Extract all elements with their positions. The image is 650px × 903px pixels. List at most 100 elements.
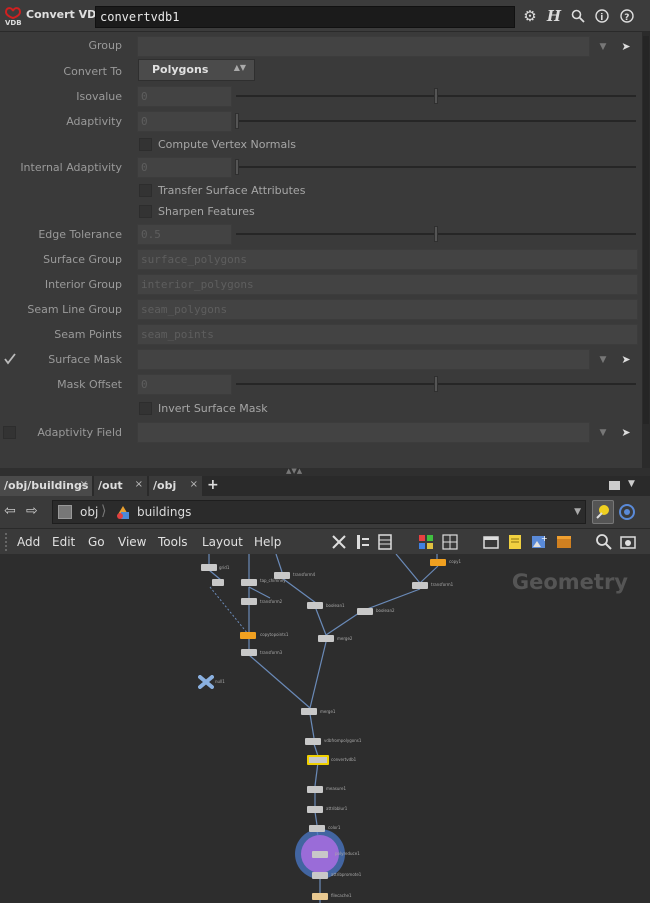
isovalue-input[interactable]: 0 bbox=[137, 86, 232, 107]
close-icon[interactable]: × bbox=[190, 479, 198, 490]
network-view-target-icon[interactable] bbox=[618, 503, 636, 521]
tab-out[interactable]: /out × bbox=[94, 476, 147, 496]
edge-tolerance-input[interactable]: 0.5 bbox=[137, 224, 232, 245]
adaptivity-field-enable-checkbox[interactable] bbox=[3, 426, 16, 439]
menu-go[interactable]: Go bbox=[88, 535, 105, 549]
surface-group-input[interactable]: surface_polygons bbox=[137, 249, 638, 270]
tab-obj[interactable]: /obj × bbox=[149, 476, 202, 496]
menu-add[interactable]: Add bbox=[17, 535, 40, 549]
network-node[interactable] bbox=[274, 572, 290, 579]
network-node[interactable] bbox=[357, 608, 373, 615]
sharpen-features-checkbox[interactable] bbox=[139, 205, 152, 218]
add-image-icon[interactable]: + bbox=[530, 533, 548, 551]
menu-layout[interactable]: Layout bbox=[202, 535, 243, 549]
close-icon[interactable]: × bbox=[80, 479, 88, 490]
search-icon[interactable] bbox=[595, 533, 613, 551]
tab-obj-buildings[interactable]: /obj/buildings × bbox=[0, 476, 92, 496]
parameter-scrollbar[interactable] bbox=[642, 32, 650, 468]
network-node[interactable] bbox=[201, 564, 217, 571]
node-name-input[interactable]: convertvdb1 bbox=[95, 6, 515, 28]
isovalue-slider-knob[interactable] bbox=[434, 88, 438, 104]
seam-points-input[interactable]: seam_points bbox=[137, 324, 638, 345]
network-node[interactable] bbox=[307, 806, 323, 813]
network-node[interactable] bbox=[240, 632, 256, 639]
package-icon[interactable] bbox=[555, 533, 573, 551]
pin-toggle-button[interactable] bbox=[592, 500, 614, 524]
network-node[interactable] bbox=[312, 893, 328, 900]
adaptivity-input[interactable]: 0 bbox=[137, 111, 232, 132]
checkmark-icon[interactable] bbox=[4, 353, 16, 365]
question-icon[interactable]: ? bbox=[617, 6, 637, 26]
tree-view-icon[interactable] bbox=[354, 533, 372, 551]
pane-divider[interactable]: ▲▼▲ bbox=[0, 467, 650, 476]
network-node[interactable] bbox=[307, 786, 323, 793]
chevron-down-icon[interactable]: ▼ bbox=[594, 36, 612, 57]
menu-edit[interactable]: Edit bbox=[52, 535, 75, 549]
select-arrow-icon[interactable]: ➤ bbox=[619, 422, 633, 443]
null-node-icon[interactable] bbox=[198, 675, 214, 689]
network-node[interactable] bbox=[312, 872, 328, 879]
wrench-icon[interactable] bbox=[330, 533, 348, 551]
menu-view[interactable]: View bbox=[118, 535, 146, 549]
info-icon[interactable]: i bbox=[592, 6, 612, 26]
internal-adaptivity-input[interactable]: 0 bbox=[137, 157, 232, 178]
transfer-surface-attributes-checkbox[interactable] bbox=[139, 184, 152, 197]
network-node[interactable] bbox=[430, 559, 446, 566]
adaptivity-field-input[interactable] bbox=[137, 422, 590, 443]
breadcrumb-buildings[interactable]: buildings bbox=[137, 505, 191, 519]
chevron-down-icon[interactable]: ▼ bbox=[594, 349, 612, 370]
network-editor[interactable]: Geometry grid1 tap_chimney transform4 co… bbox=[0, 554, 650, 903]
chevron-down-icon[interactable]: ▼ bbox=[574, 507, 581, 517]
network-box-icon[interactable] bbox=[482, 533, 500, 551]
menu-tools[interactable]: Tools bbox=[158, 535, 188, 549]
compute-vertex-normals-checkbox[interactable] bbox=[139, 138, 152, 151]
select-arrow-icon[interactable]: ➤ bbox=[619, 349, 633, 370]
search-icon[interactable] bbox=[568, 6, 588, 26]
forward-arrow-icon[interactable]: ⇨ bbox=[26, 503, 38, 519]
network-node[interactable] bbox=[212, 579, 224, 586]
interior-group-input[interactable]: interior_polygons bbox=[137, 274, 638, 295]
add-tab-button[interactable]: + bbox=[207, 477, 219, 493]
selected-network-node[interactable] bbox=[307, 755, 329, 765]
network-node[interactable] bbox=[307, 602, 323, 609]
chevron-down-icon[interactable]: ▼ bbox=[594, 422, 612, 443]
close-icon[interactable]: × bbox=[135, 479, 143, 490]
network-node[interactable] bbox=[318, 635, 334, 642]
network-node[interactable] bbox=[241, 579, 257, 586]
mask-offset-input[interactable]: 0 bbox=[137, 374, 232, 395]
select-arrow-icon[interactable]: ➤ bbox=[619, 36, 633, 57]
list-view-icon[interactable] bbox=[376, 533, 394, 551]
menu-help[interactable]: Help bbox=[254, 535, 281, 549]
gear-icon[interactable]: ⚙ bbox=[520, 6, 540, 26]
camera-view-icon[interactable] bbox=[619, 533, 637, 551]
network-node[interactable] bbox=[301, 708, 317, 715]
grid-view-icon[interactable] bbox=[441, 533, 459, 551]
back-arrow-icon[interactable]: ⇦ bbox=[4, 503, 16, 519]
network-node[interactable] bbox=[305, 738, 321, 745]
breadcrumb-obj[interactable]: obj bbox=[80, 505, 98, 519]
color-palette-icon[interactable] bbox=[417, 533, 435, 551]
network-node[interactable] bbox=[412, 582, 428, 589]
network-node[interactable] bbox=[241, 649, 257, 656]
mask-offset-slider-knob[interactable] bbox=[434, 376, 438, 392]
pane-layout-icon[interactable] bbox=[609, 481, 620, 490]
invert-surface-mask-checkbox[interactable] bbox=[139, 402, 152, 415]
path-breadcrumb[interactable]: obj ⟩ buildings ▼ bbox=[52, 500, 586, 524]
chevron-down-icon[interactable]: ▼ bbox=[628, 479, 635, 489]
scrollbar-thumb[interactable] bbox=[643, 36, 649, 424]
internal-adaptivity-slider-knob[interactable] bbox=[235, 159, 239, 175]
convert-to-menu[interactable]: Polygons ▲▼ bbox=[138, 59, 255, 81]
surface-mask-input[interactable] bbox=[137, 349, 590, 370]
sticky-note-icon[interactable] bbox=[506, 533, 524, 551]
network-node[interactable] bbox=[309, 825, 325, 832]
group-input[interactable] bbox=[137, 36, 590, 57]
seam-line-group-input[interactable]: seam_polygons bbox=[137, 299, 638, 320]
network-node[interactable] bbox=[312, 851, 328, 858]
network-node[interactable] bbox=[241, 598, 257, 605]
adaptivity-row: Adaptivity 0 bbox=[0, 109, 642, 133]
internal-adaptivity-slider[interactable] bbox=[236, 166, 636, 168]
help-h-icon[interactable]: H bbox=[544, 6, 564, 26]
edge-tolerance-slider-knob[interactable] bbox=[434, 226, 438, 242]
adaptivity-slider[interactable] bbox=[236, 120, 636, 122]
adaptivity-slider-knob[interactable] bbox=[235, 113, 239, 129]
